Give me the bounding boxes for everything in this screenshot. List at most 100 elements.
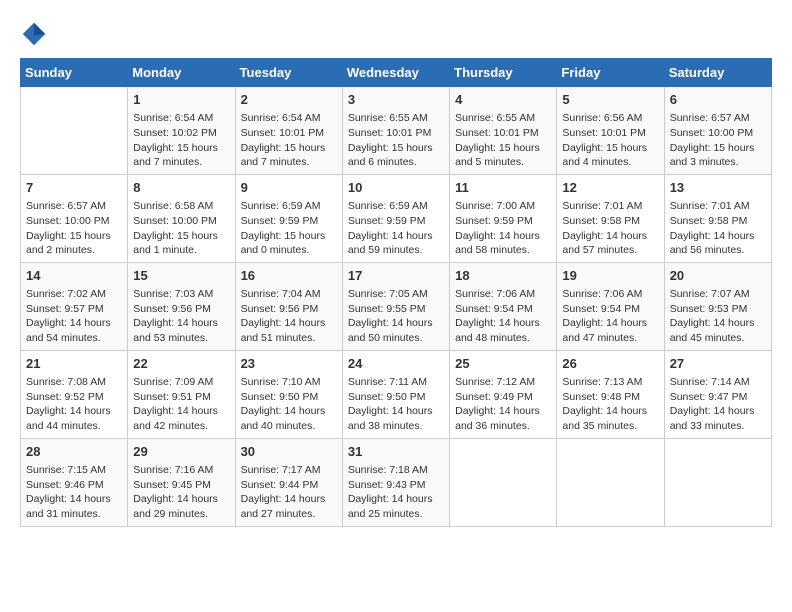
day-info-line: Sunrise: 7:01 AM bbox=[670, 199, 766, 214]
day-info-line: and 36 minutes. bbox=[455, 419, 551, 434]
day-info-line: Daylight: 15 hours bbox=[670, 141, 766, 156]
day-number: 31 bbox=[348, 443, 444, 461]
day-number: 18 bbox=[455, 267, 551, 285]
day-info-line: Sunrise: 7:02 AM bbox=[26, 287, 122, 302]
calendar-cell: 10Sunrise: 6:59 AMSunset: 9:59 PMDayligh… bbox=[342, 174, 449, 262]
day-info-line: and 47 minutes. bbox=[562, 331, 658, 346]
calendar-cell: 22Sunrise: 7:09 AMSunset: 9:51 PMDayligh… bbox=[128, 350, 235, 438]
day-info-line: Daylight: 15 hours bbox=[241, 229, 337, 244]
day-info-line: Daylight: 14 hours bbox=[26, 492, 122, 507]
day-info-line: Sunrise: 6:57 AM bbox=[670, 111, 766, 126]
day-info-line: Daylight: 14 hours bbox=[26, 316, 122, 331]
day-number: 26 bbox=[562, 355, 658, 373]
day-info-line: Daylight: 14 hours bbox=[133, 492, 229, 507]
day-info-line: and 29 minutes. bbox=[133, 507, 229, 522]
weekday-header: Friday bbox=[557, 59, 664, 87]
day-number: 8 bbox=[133, 179, 229, 197]
day-info-line: Sunrise: 6:58 AM bbox=[133, 199, 229, 214]
day-number: 4 bbox=[455, 91, 551, 109]
day-info-line: Daylight: 14 hours bbox=[670, 229, 766, 244]
day-info-line: and 53 minutes. bbox=[133, 331, 229, 346]
day-number: 17 bbox=[348, 267, 444, 285]
calendar-cell: 28Sunrise: 7:15 AMSunset: 9:46 PMDayligh… bbox=[21, 438, 128, 526]
calendar-week-row: 1Sunrise: 6:54 AMSunset: 10:02 PMDayligh… bbox=[21, 87, 772, 175]
weekday-header: Thursday bbox=[450, 59, 557, 87]
day-info-line: Sunset: 9:50 PM bbox=[241, 390, 337, 405]
calendar-cell: 9Sunrise: 6:59 AMSunset: 9:59 PMDaylight… bbox=[235, 174, 342, 262]
day-info-line: Daylight: 14 hours bbox=[241, 404, 337, 419]
calendar-cell: 4Sunrise: 6:55 AMSunset: 10:01 PMDayligh… bbox=[450, 87, 557, 175]
day-info-line: and 56 minutes. bbox=[670, 243, 766, 258]
calendar-week-row: 14Sunrise: 7:02 AMSunset: 9:57 PMDayligh… bbox=[21, 262, 772, 350]
day-info-line: Sunset: 9:48 PM bbox=[562, 390, 658, 405]
calendar-cell: 2Sunrise: 6:54 AMSunset: 10:01 PMDayligh… bbox=[235, 87, 342, 175]
day-info-line: and 7 minutes. bbox=[133, 155, 229, 170]
calendar-cell: 3Sunrise: 6:55 AMSunset: 10:01 PMDayligh… bbox=[342, 87, 449, 175]
day-number: 1 bbox=[133, 91, 229, 109]
day-info-line: Sunrise: 7:01 AM bbox=[562, 199, 658, 214]
logo bbox=[20, 20, 52, 48]
day-info-line: Sunset: 10:01 PM bbox=[241, 126, 337, 141]
day-info-line: Daylight: 14 hours bbox=[562, 316, 658, 331]
day-info-line: Daylight: 15 hours bbox=[348, 141, 444, 156]
calendar-cell: 24Sunrise: 7:11 AMSunset: 9:50 PMDayligh… bbox=[342, 350, 449, 438]
day-info-line: Sunrise: 6:55 AM bbox=[348, 111, 444, 126]
day-info-line: Daylight: 14 hours bbox=[455, 229, 551, 244]
day-info-line: Sunset: 9:52 PM bbox=[26, 390, 122, 405]
day-number: 29 bbox=[133, 443, 229, 461]
weekday-header: Tuesday bbox=[235, 59, 342, 87]
day-info-line: Sunrise: 7:05 AM bbox=[348, 287, 444, 302]
day-info-line: and 48 minutes. bbox=[455, 331, 551, 346]
weekday-header: Saturday bbox=[664, 59, 771, 87]
day-info-line: and 51 minutes. bbox=[241, 331, 337, 346]
calendar-cell: 31Sunrise: 7:18 AMSunset: 9:43 PMDayligh… bbox=[342, 438, 449, 526]
day-info-line: Sunset: 9:49 PM bbox=[455, 390, 551, 405]
calendar-cell: 1Sunrise: 6:54 AMSunset: 10:02 PMDayligh… bbox=[128, 87, 235, 175]
day-info-line: Sunrise: 6:55 AM bbox=[455, 111, 551, 126]
weekday-header: Monday bbox=[128, 59, 235, 87]
day-info-line: Sunrise: 7:12 AM bbox=[455, 375, 551, 390]
day-info-line: Sunrise: 7:17 AM bbox=[241, 463, 337, 478]
day-info-line: Sunset: 10:02 PM bbox=[133, 126, 229, 141]
day-info-line: and 54 minutes. bbox=[26, 331, 122, 346]
day-info-line: and 2 minutes. bbox=[26, 243, 122, 258]
logo-icon bbox=[20, 20, 48, 48]
day-info-line: Sunrise: 7:06 AM bbox=[562, 287, 658, 302]
day-info-line: Daylight: 15 hours bbox=[562, 141, 658, 156]
day-number: 5 bbox=[562, 91, 658, 109]
day-number: 22 bbox=[133, 355, 229, 373]
day-info-line: Sunset: 9:54 PM bbox=[562, 302, 658, 317]
day-info-line: Sunset: 9:44 PM bbox=[241, 478, 337, 493]
day-info-line: Sunset: 10:00 PM bbox=[670, 126, 766, 141]
weekday-header: Sunday bbox=[21, 59, 128, 87]
day-info-line: Sunrise: 7:10 AM bbox=[241, 375, 337, 390]
day-info-line: and 42 minutes. bbox=[133, 419, 229, 434]
calendar-cell: 20Sunrise: 7:07 AMSunset: 9:53 PMDayligh… bbox=[664, 262, 771, 350]
day-info-line: Daylight: 14 hours bbox=[26, 404, 122, 419]
calendar-cell: 13Sunrise: 7:01 AMSunset: 9:58 PMDayligh… bbox=[664, 174, 771, 262]
day-info-line: and 35 minutes. bbox=[562, 419, 658, 434]
day-info-line: and 25 minutes. bbox=[348, 507, 444, 522]
day-number: 7 bbox=[26, 179, 122, 197]
day-info-line: Daylight: 14 hours bbox=[348, 229, 444, 244]
day-info-line: and 7 minutes. bbox=[241, 155, 337, 170]
page-header bbox=[20, 20, 772, 48]
day-info-line: Sunset: 9:57 PM bbox=[26, 302, 122, 317]
day-info-line: Sunset: 9:58 PM bbox=[562, 214, 658, 229]
day-info-line: Daylight: 14 hours bbox=[241, 316, 337, 331]
day-info-line: Sunset: 9:43 PM bbox=[348, 478, 444, 493]
day-number: 6 bbox=[670, 91, 766, 109]
calendar-cell: 21Sunrise: 7:08 AMSunset: 9:52 PMDayligh… bbox=[21, 350, 128, 438]
day-info-line: and 45 minutes. bbox=[670, 331, 766, 346]
day-number: 23 bbox=[241, 355, 337, 373]
day-info-line: and 4 minutes. bbox=[562, 155, 658, 170]
day-info-line: and 38 minutes. bbox=[348, 419, 444, 434]
day-info-line: Sunset: 10:01 PM bbox=[455, 126, 551, 141]
day-info-line: Sunset: 9:55 PM bbox=[348, 302, 444, 317]
calendar-cell: 27Sunrise: 7:14 AMSunset: 9:47 PMDayligh… bbox=[664, 350, 771, 438]
day-number: 2 bbox=[241, 91, 337, 109]
calendar-cell: 30Sunrise: 7:17 AMSunset: 9:44 PMDayligh… bbox=[235, 438, 342, 526]
day-number: 24 bbox=[348, 355, 444, 373]
day-info-line: and 31 minutes. bbox=[26, 507, 122, 522]
day-info-line: Sunset: 9:45 PM bbox=[133, 478, 229, 493]
